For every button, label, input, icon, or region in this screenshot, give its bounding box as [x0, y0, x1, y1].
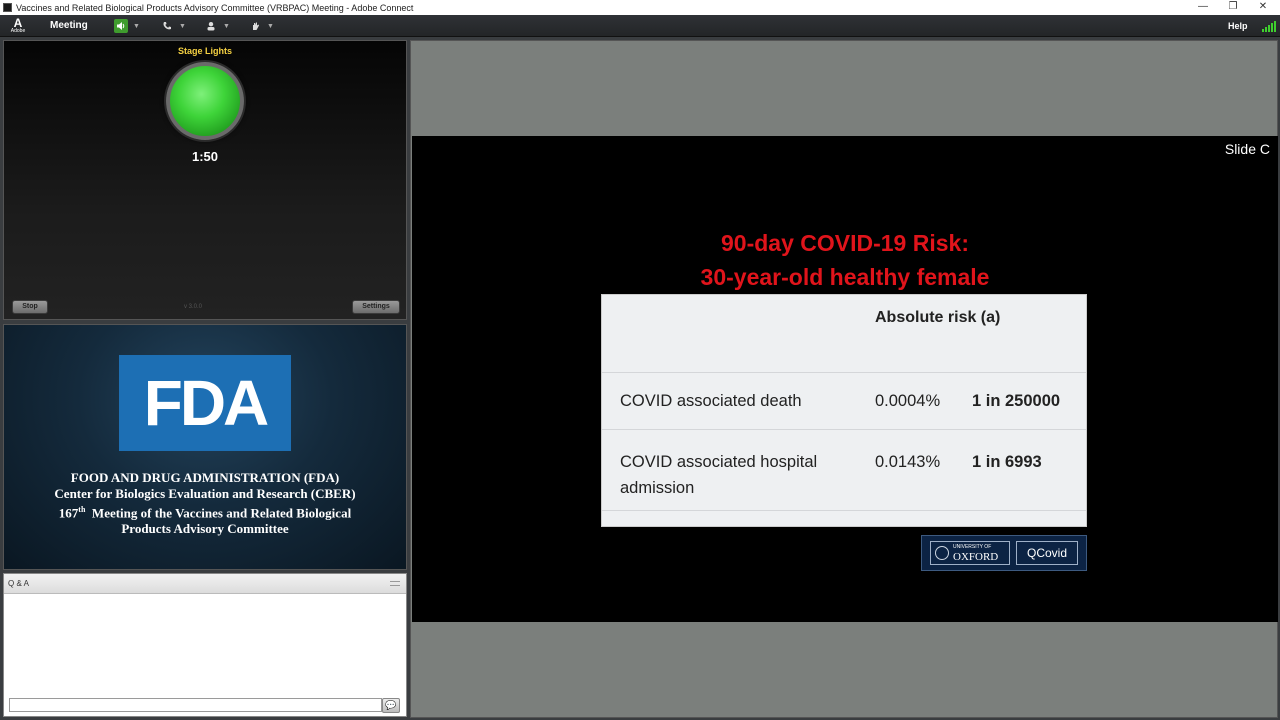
stage-lights-pod: Stage Lights 1:50 Stop v 3.0.0 Settings — [3, 40, 407, 320]
stop-button[interactable]: Stop — [12, 300, 48, 314]
row-label-line2: admission — [620, 479, 695, 497]
menu-bar: A Adobe Meeting ▼ ▼ ▼ ▼ Help — [0, 15, 1280, 37]
row-ratio: 1 in 250000 — [972, 392, 1061, 410]
adobe-logo[interactable]: A Adobe — [9, 17, 27, 35]
qcovid-logo: QCovid — [1016, 541, 1078, 565]
fda-caption-line3-rest: Meeting of the Vaccines and Related Biol… — [85, 505, 352, 521]
send-icon[interactable]: 💬 — [382, 698, 400, 713]
phone-icon[interactable] — [160, 19, 174, 33]
table-header-absolute-risk: Absolute risk (a) — [875, 309, 1001, 326]
adobe-logo-text: Adobe — [10, 28, 26, 34]
chevron-down-icon[interactable]: ▼ — [179, 23, 186, 30]
row-label: COVID associated hospital admission — [620, 449, 817, 501]
slide-label: Slide C — [1224, 141, 1270, 157]
qa-question-input[interactable] — [9, 698, 382, 712]
qa-pod: Q & A 💬 — [3, 573, 407, 717]
fda-logo: FDA — [119, 355, 291, 451]
status-tool[interactable]: ▼ — [248, 18, 274, 34]
row-ratio: 1 in 6993 — [972, 453, 1042, 471]
row-percent: 0.0004% — [875, 392, 941, 410]
oxford-seal-icon — [935, 546, 949, 560]
slide-title: 90-day COVID-19 Risk: 30-year-old health… — [412, 226, 1278, 294]
minimize-button[interactable]: — — [1188, 0, 1218, 15]
row-label-line1: COVID associated hospital — [620, 453, 818, 471]
fda-caption-line1: FOOD AND DRUG ADMINISTRATION (FDA) — [70, 470, 340, 485]
row-percent: 0.0143% — [875, 453, 941, 471]
qa-pod-header: Q & A — [4, 574, 406, 594]
fda-caption-line2: Center for Biologics Evaluation and Rese… — [54, 486, 356, 501]
window-title-bar: Vaccines and Related Biological Products… — [0, 0, 1280, 15]
meeting-menu[interactable]: Meeting — [50, 15, 88, 37]
slide-title-line2: 30-year-old healthy female — [700, 264, 990, 290]
chevron-down-icon[interactable]: ▼ — [223, 23, 230, 30]
green-light-indicator — [166, 62, 244, 140]
restore-button[interactable]: ❐ — [1218, 0, 1248, 15]
row-label: COVID associated death — [620, 392, 802, 410]
slide-title-line1: 90-day COVID-19 Risk: — [721, 230, 969, 256]
stage-timer: 1:50 — [191, 149, 219, 164]
oxford-qcovid-logos: UNIVERSITY OF OXFORD QCovid — [921, 535, 1087, 571]
speaker-icon[interactable] — [114, 19, 128, 33]
version-label: v 3.0.0 — [184, 304, 203, 310]
fda-caption-line3: 167th Meeting of the Vaccines and Relate… — [4, 502, 406, 521]
window-title: Vaccines and Related Biological Products… — [16, 2, 414, 13]
pod-menu-icon[interactable] — [390, 581, 400, 586]
raise-hand-icon[interactable] — [248, 19, 262, 33]
speaker-tool[interactable]: ▼ — [114, 18, 140, 34]
user-icon[interactable] — [204, 19, 218, 33]
risk-table: Absolute risk (a) COVID associated death… — [601, 294, 1087, 527]
fda-caption: FOOD AND DRUG ADMINISTRATION (FDA) Cente… — [4, 470, 406, 537]
table-row: COVID associated hospital admission 0.01… — [602, 429, 1086, 511]
signal-icon[interactable] — [1262, 20, 1276, 32]
oxford-logo: UNIVERSITY OF OXFORD — [930, 541, 1010, 565]
fda-caption-line4: Products Advisory Committee — [121, 521, 289, 537]
adobe-connect-app-icon — [3, 3, 12, 12]
help-menu[interactable]: Help — [1228, 15, 1248, 37]
close-button[interactable]: ✕ — [1248, 0, 1278, 15]
oxford-text: OXFORD — [953, 551, 999, 563]
fda-logo-pod: FDA FOOD AND DRUG ADMINISTRATION (FDA) C… — [3, 324, 407, 570]
camera-tool[interactable]: ▼ — [204, 18, 230, 34]
qa-title: Q & A — [8, 579, 29, 588]
meeting-number: 167 — [58, 505, 79, 521]
phone-tool[interactable]: ▼ — [160, 18, 186, 34]
presentation-slide: Slide C 90-day COVID-19 Risk: 30-year-ol… — [412, 136, 1278, 622]
settings-button[interactable]: Settings — [352, 300, 400, 314]
chevron-down-icon[interactable]: ▼ — [267, 23, 274, 30]
chevron-down-icon[interactable]: ▼ — [133, 23, 140, 30]
stage-lights-title: Stage Lights — [177, 46, 232, 56]
table-row: COVID associated death 0.0004% 1 in 2500… — [602, 372, 1086, 429]
